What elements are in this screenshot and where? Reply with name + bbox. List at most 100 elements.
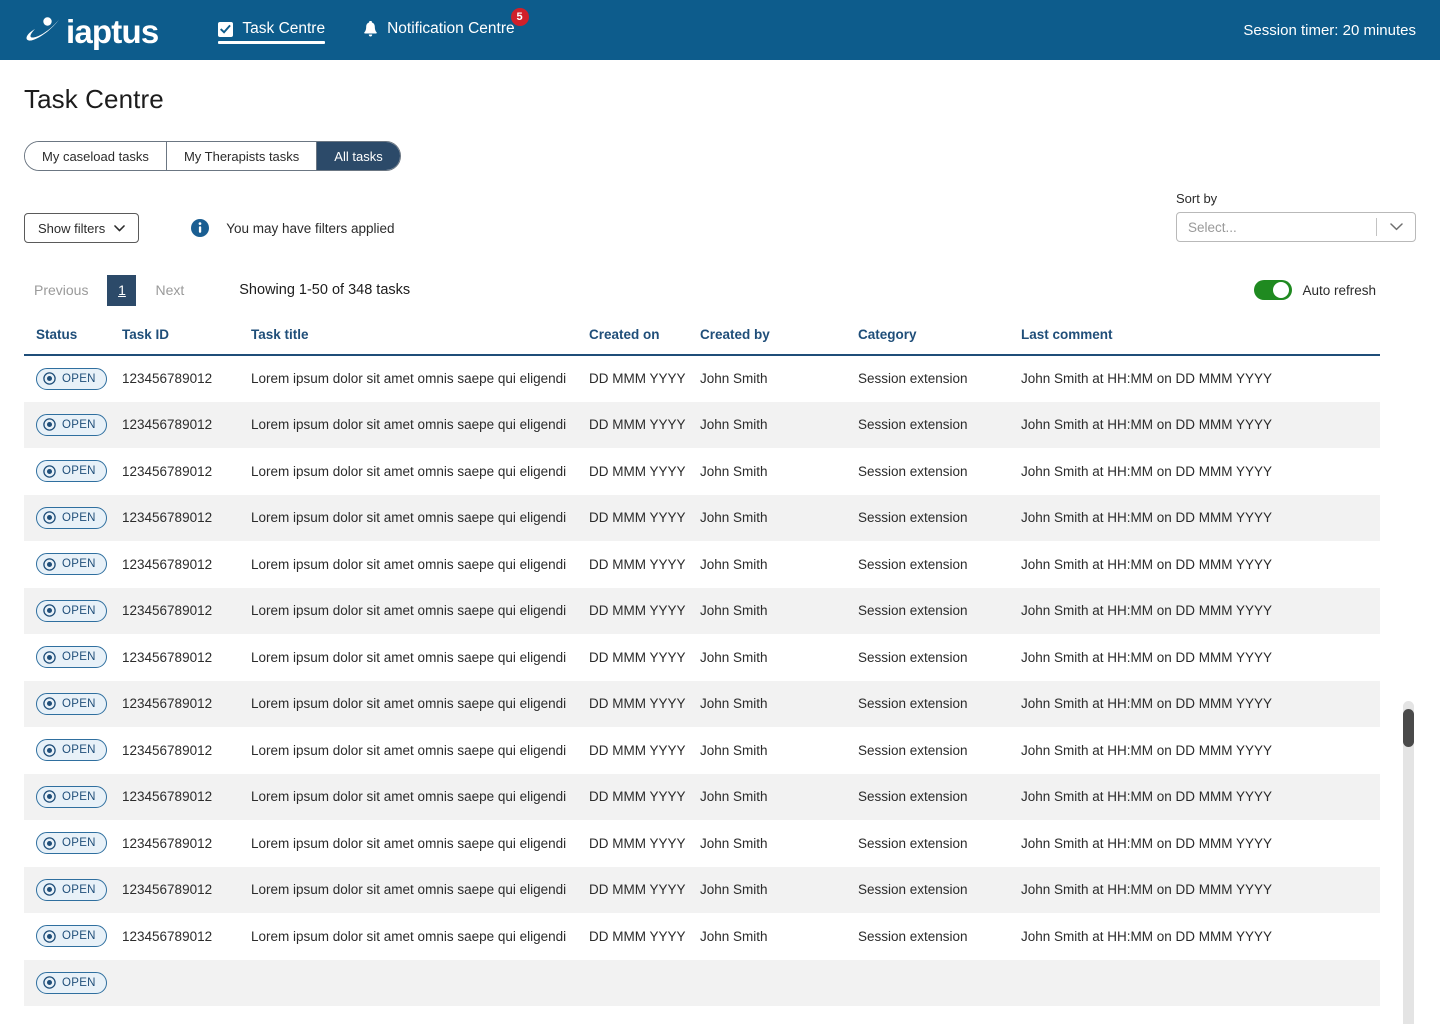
table-row[interactable]: OPEN 123456789012 Lorem ipsum dolor sit am… bbox=[24, 680, 1380, 728]
status-badge: OPEN bbox=[36, 506, 107, 529]
previous-page-button[interactable]: Previous bbox=[34, 282, 88, 298]
column-header-created-on[interactable]: Created on bbox=[589, 327, 700, 356]
auto-refresh-toggle[interactable] bbox=[1254, 280, 1293, 300]
table-row[interactable]: OPEN 123456789012 Lorem ipsum dolor sit am… bbox=[24, 866, 1380, 913]
column-header-status[interactable]: Status bbox=[24, 327, 122, 356]
circle-dot-icon bbox=[43, 418, 56, 431]
status-badge: OPEN bbox=[36, 692, 107, 715]
column-header-task-title[interactable]: Task title bbox=[251, 327, 589, 356]
scrollbar-thumb[interactable] bbox=[1403, 709, 1414, 747]
circle-dot-icon bbox=[43, 837, 56, 850]
cell-created-by: John Smith bbox=[700, 603, 768, 619]
cell-last-comment: John Smith at HH:MM on DD MMM YYYY bbox=[1021, 882, 1273, 898]
logo-text: iaptus bbox=[66, 12, 159, 50]
tab-my-therapists-tasks[interactable]: My Therapists tasks bbox=[166, 142, 318, 170]
nav-item-task-centre[interactable]: Task Centre bbox=[218, 0, 326, 60]
table-row[interactable]: OPEN 123456789012 Lorem ipsum dolor sit am… bbox=[24, 355, 1380, 402]
table-row[interactable]: OPEN 123456789012 Lorem ipsum dolor sit am… bbox=[24, 401, 1380, 448]
cell-created-on: DD MMM YYYY bbox=[589, 463, 686, 479]
cell-task-id: 123456789012 bbox=[122, 510, 213, 526]
status-badge-label: OPEN bbox=[62, 837, 96, 850]
cell-status: OPEN bbox=[24, 820, 122, 867]
cell-status: OPEN bbox=[24, 681, 122, 728]
cell-last-comment: John Smith at HH:MM on DD MMM YYYY bbox=[1021, 835, 1273, 851]
cell-last-comment: John Smith at HH:MM on DD MMM YYYY bbox=[1021, 696, 1273, 712]
tasks-table-body: OPEN 123456789012 Lorem ipsum dolor sit am… bbox=[24, 355, 1380, 1006]
vertical-scrollbar[interactable] bbox=[1403, 701, 1414, 1024]
table-row[interactable]: OPEN 123456789012 Lorem ipsum dolor sit am… bbox=[24, 448, 1380, 495]
cell-task-id: 123456789012 bbox=[122, 463, 213, 479]
status-badge: OPEN bbox=[36, 878, 107, 901]
tasks-table-wrapper: Status Task ID Task title Created on Cre… bbox=[24, 327, 1416, 1024]
status-badge-label: OPEN bbox=[62, 418, 96, 431]
sort-by-select[interactable]: Select... bbox=[1176, 212, 1416, 242]
tasks-table-head: Status Task ID Task title Created on Cre… bbox=[24, 327, 1380, 356]
table-row[interactable]: OPEN 123456789012 Lorem ipsum dolor sit am… bbox=[24, 727, 1380, 774]
tasks-table: Status Task ID Task title Created on Cre… bbox=[24, 327, 1380, 1006]
circle-dot-icon bbox=[43, 930, 56, 943]
tab-all-tasks[interactable]: All tasks bbox=[317, 142, 400, 170]
cell-status: OPEN bbox=[24, 913, 122, 960]
cell-created-on bbox=[589, 960, 700, 1007]
status-badge-label: OPEN bbox=[62, 697, 96, 710]
cell-created-by: John Smith bbox=[700, 649, 768, 665]
cell-last-comment: John Smith at HH:MM on DD MMM YYYY bbox=[1021, 603, 1273, 619]
cell-created-on: DD MMM YYYY bbox=[589, 556, 686, 572]
sort-by-label: Sort by bbox=[1176, 191, 1218, 206]
chevron-down-icon bbox=[114, 224, 126, 231]
status-badge: OPEN bbox=[36, 832, 107, 855]
table-row[interactable]: OPEN 123456789012 Lorem ipsum dolor sit am… bbox=[24, 634, 1380, 681]
nav-item-notification-centre[interactable]: Notification Centre 5 bbox=[363, 0, 529, 60]
table-row[interactable]: OPEN 123456789012 Lorem ipsum dolor sit am… bbox=[24, 541, 1380, 588]
column-header-last-comment[interactable]: Last comment bbox=[1021, 327, 1380, 356]
tab-my-caseload-tasks[interactable]: My caseload tasks bbox=[25, 142, 167, 170]
cell-created-by: John Smith bbox=[700, 510, 768, 526]
cell-created-by: John Smith bbox=[700, 835, 768, 851]
chevron-down-icon[interactable] bbox=[1377, 223, 1415, 231]
cell-created-by: John Smith bbox=[700, 789, 768, 805]
column-header-category[interactable]: Category bbox=[858, 327, 1021, 356]
cell-status: OPEN bbox=[24, 960, 122, 1007]
cell-task-title: Lorem ipsum dolor sit amet omnis saepe q… bbox=[251, 510, 567, 526]
table-row[interactable]: OPEN 123456789012 Lorem ipsum dolor sit am… bbox=[24, 494, 1380, 541]
page-body: Task Centre My caseload tasks My Therapi… bbox=[0, 84, 1440, 1024]
status-badge: OPEN bbox=[36, 646, 107, 669]
column-header-task-id[interactable]: Task ID bbox=[122, 327, 251, 356]
cell-category: Session extension bbox=[858, 882, 968, 898]
cell-last-comment: John Smith at HH:MM on DD MMM YYYY bbox=[1021, 510, 1273, 526]
cell-task-id bbox=[122, 960, 251, 1007]
column-header-created-by[interactable]: Created by bbox=[700, 327, 858, 356]
cell-created-on: DD MMM YYYY bbox=[589, 835, 686, 851]
status-badge-label: OPEN bbox=[62, 883, 96, 896]
cell-status: OPEN bbox=[24, 634, 122, 681]
cell-task-title: Lorem ipsum dolor sit amet omnis saepe q… bbox=[251, 882, 567, 898]
cell-category: Session extension bbox=[858, 928, 968, 944]
status-badge: OPEN bbox=[36, 971, 107, 994]
next-page-button[interactable]: Next bbox=[155, 282, 184, 298]
status-badge-label: OPEN bbox=[62, 651, 96, 664]
table-row[interactable]: OPEN bbox=[24, 959, 1380, 1007]
app-logo[interactable]: iaptus bbox=[26, 0, 159, 60]
nav-item-label: Notification Centre bbox=[387, 20, 515, 37]
status-badge-label: OPEN bbox=[62, 604, 96, 617]
cell-task-title: Lorem ipsum dolor sit amet omnis saepe q… bbox=[251, 789, 567, 805]
status-badge: OPEN bbox=[36, 739, 107, 762]
table-row[interactable]: OPEN 123456789012 Lorem ipsum dolor sit am… bbox=[24, 587, 1380, 634]
show-filters-button[interactable]: Show filters bbox=[24, 213, 140, 243]
orbit-swoosh-icon bbox=[26, 17, 59, 41]
cell-created-on: DD MMM YYYY bbox=[589, 742, 686, 758]
cell-category: Session extension bbox=[858, 510, 968, 526]
circle-dot-icon bbox=[43, 697, 56, 710]
cell-task-title: Lorem ipsum dolor sit amet omnis saepe q… bbox=[251, 835, 567, 851]
info-circle-icon bbox=[191, 219, 210, 237]
page-number-1[interactable]: 1 bbox=[107, 274, 137, 306]
table-row[interactable]: OPEN 123456789012 Lorem ipsum dolor sit am… bbox=[24, 820, 1380, 867]
table-row[interactable]: OPEN 123456789012 Lorem ipsum dolor sit am… bbox=[24, 913, 1380, 960]
cell-created-on: DD MMM YYYY bbox=[589, 649, 686, 665]
status-badge: OPEN bbox=[36, 460, 107, 483]
circle-dot-icon bbox=[43, 558, 56, 571]
cell-task-id: 123456789012 bbox=[122, 835, 213, 851]
filters-applied-note: You may have filters applied bbox=[191, 219, 395, 237]
table-row[interactable]: OPEN 123456789012 Lorem ipsum dolor sit am… bbox=[24, 773, 1380, 820]
status-badge: OPEN bbox=[36, 599, 107, 622]
